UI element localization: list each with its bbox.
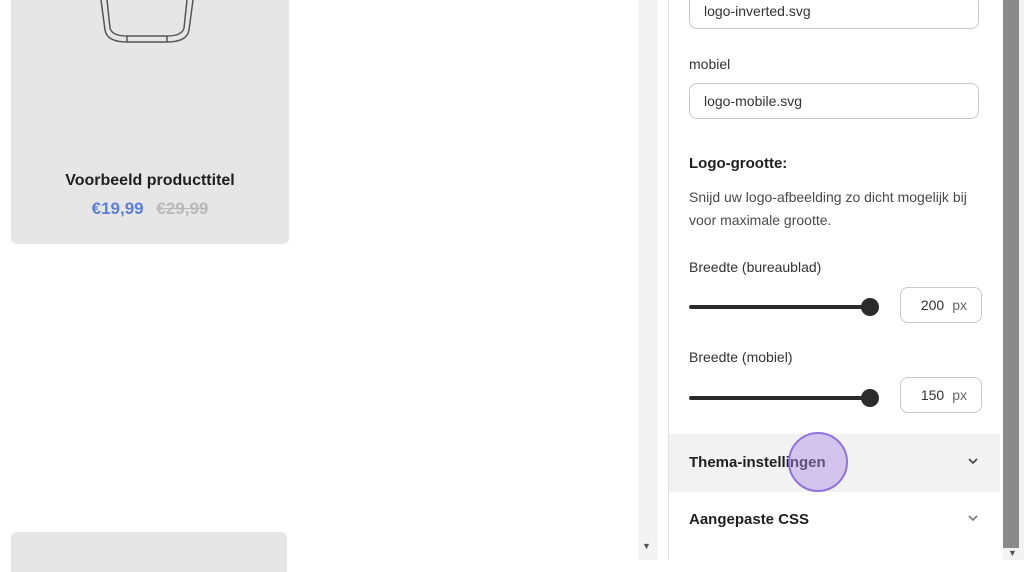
mobile-width-value[interactable]: 150 [921,387,944,403]
desktop-width-label: Breedte (bureaublad) [689,259,822,275]
mobile-width-slider[interactable] [689,389,879,407]
mobile-logo-label: mobiel [689,56,731,72]
desktop-width-value[interactable]: 200 [921,297,944,313]
scroll-down-arrow-icon[interactable]: ▼ [642,541,651,551]
mobile-width-input[interactable]: 150 px [900,377,982,413]
slider-thumb[interactable] [861,298,879,316]
custom-css-accordion[interactable]: Aangepaste CSS [669,491,1000,549]
mobile-logo-field[interactable]: logo-mobile.svg [689,83,979,119]
product-card[interactable] [11,532,287,572]
logo-size-help: Snijd uw logo-afbeelding zo dicht mogeli… [689,189,967,228]
accordion-title[interactable]: Aangepaste CSS [689,511,809,528]
panel-scrollbar[interactable] [638,0,658,560]
mobile-width-label: Breedte (mobiel) [689,349,793,365]
chevron-down-icon[interactable] [966,511,980,525]
product-title[interactable]: Voorbeeld producttitel [11,172,289,190]
slider-track [689,305,870,309]
scroll-down-arrow-icon[interactable]: ▼ [1008,548,1017,558]
click-indicator [788,432,848,492]
mobile-width-unit: px [952,387,967,403]
original-price: €29,99 [156,199,209,218]
inverted-logo-field[interactable]: logo-inverted.svg [689,0,979,29]
desktop-width-unit: px [952,297,967,313]
slider-track [689,396,870,400]
slider-thumb[interactable] [861,389,879,407]
logo-size-heading: Logo-grootte: [689,155,788,172]
product-card[interactable]: Voorbeeld producttitel €19,99 €29,99 [11,0,289,244]
desktop-width-input[interactable]: 200 px [900,287,982,323]
chevron-down-icon[interactable] [966,454,980,468]
price-row: €19,99 €29,99 [11,199,289,219]
sale-price: €19,99 [91,199,144,218]
cap-product-image [100,0,194,43]
desktop-width-slider[interactable] [689,298,879,316]
page-scrollbar-thumb[interactable] [1003,0,1019,548]
